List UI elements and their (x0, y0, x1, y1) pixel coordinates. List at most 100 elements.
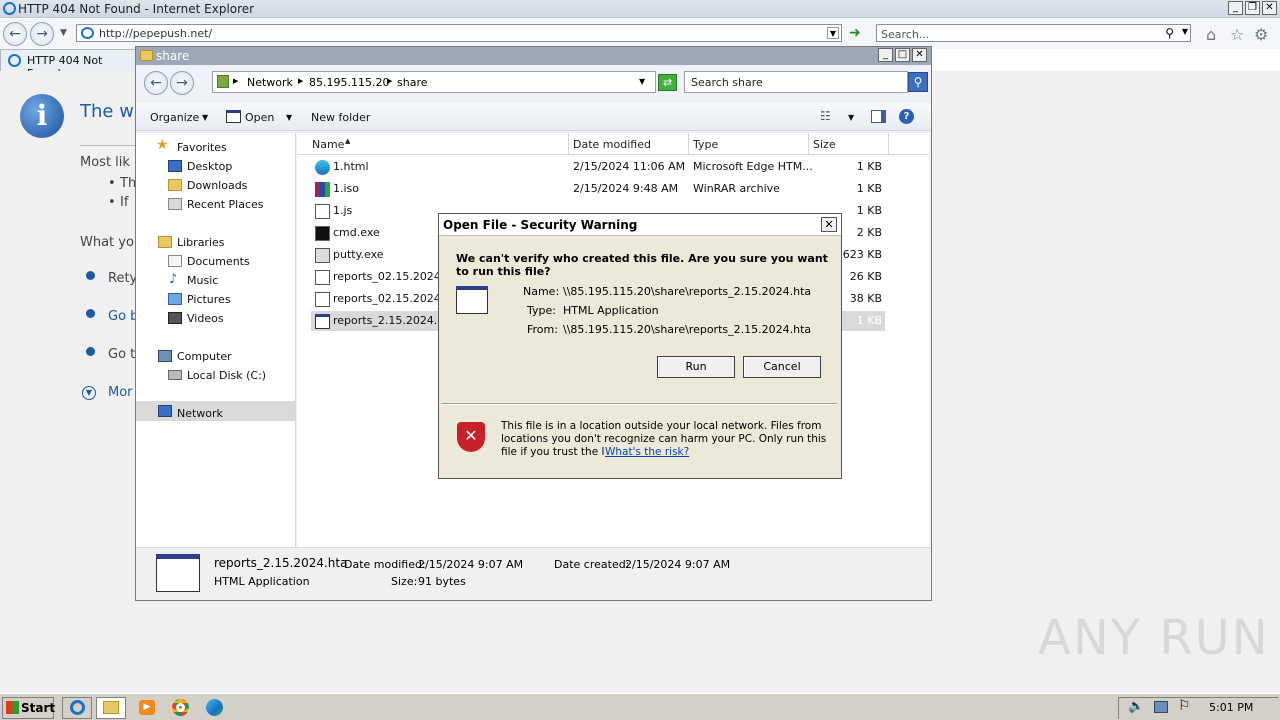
chrome-icon[interactable] (172, 699, 189, 716)
cancel-button[interactable]: Cancel (743, 356, 821, 378)
bullet-icon (86, 347, 95, 356)
explorer-minimize-button[interactable]: _ (878, 48, 893, 62)
action-center-flag-icon[interactable]: ⚐ (1178, 698, 1191, 714)
view-options-icon[interactable]: ☷ (820, 109, 831, 123)
file-size: 38 KB (849, 292, 882, 305)
tools-gear-icon[interactable]: ⚙ (1254, 25, 1268, 44)
file-name: reports_2.15.2024.ht (333, 314, 438, 327)
nav-documents[interactable]: Documents (187, 255, 250, 268)
column-divider (808, 133, 809, 155)
network-icon (217, 75, 229, 88)
explorer-forward-button[interactable]: → (170, 71, 194, 95)
help-icon[interactable]: ? (899, 109, 914, 124)
volume-icon[interactable]: 🔈 (1128, 699, 1144, 714)
history-dropdown-icon[interactable]: ▼ (60, 28, 67, 38)
ie-search-input[interactable]: Search... ⚲ ▼ (876, 24, 1191, 42)
explorer-maximize-button[interactable]: □ (895, 48, 910, 62)
nav-desktop[interactable]: Desktop (187, 160, 232, 173)
go-back-link[interactable]: Go b (108, 309, 138, 324)
ie-search-placeholder: Search... (881, 28, 930, 41)
open-dropdown-icon[interactable]: ▼ (286, 113, 292, 122)
details-created-label: Date created: (554, 558, 630, 571)
address-text: http://pepepush.net/ (99, 27, 213, 40)
nav-local-disk[interactable]: Local Disk (C:) (187, 369, 266, 382)
address-dropdown-icon[interactable]: ▼ (827, 27, 839, 39)
search-button-icon[interactable]: ⚲ (908, 72, 928, 92)
open-button[interactable]: Open (245, 111, 274, 124)
run-button[interactable]: Run (657, 356, 735, 378)
refresh-icon[interactable]: ⇄ (658, 74, 677, 91)
start-button[interactable]: Start (2, 697, 55, 719)
desktop-icon (168, 160, 182, 172)
ie-tab[interactable]: HTTP 404 Not Found (0, 49, 140, 80)
media-player-icon[interactable]: ▶ (139, 700, 155, 715)
name-label: Name: (523, 285, 560, 298)
script-file-icon (315, 204, 330, 219)
breadcrumb-arrow-icon[interactable]: ▶ (233, 77, 238, 85)
nav-recent-places[interactable]: Recent Places (187, 198, 264, 211)
organize-dropdown-icon[interactable]: ▼ (202, 113, 208, 122)
details-size: 91 bytes (418, 575, 466, 588)
close-button[interactable]: ✕ (1262, 1, 1277, 15)
whats-the-risk-link[interactable]: What's the risk? (605, 446, 690, 458)
breadcrumb-arrow-icon[interactable]: ▶ (387, 77, 392, 85)
column-type[interactable]: Type (693, 138, 718, 151)
back-button[interactable]: ← (3, 22, 27, 46)
nav-downloads[interactable]: Downloads (187, 179, 247, 192)
file-row[interactable]: 1.html 2/15/2024 11:06 AM Microsoft Edge… (311, 157, 885, 177)
clock[interactable]: 5:01 PM (1209, 701, 1253, 714)
explorer-title-bar: share _ □ ✕ (136, 47, 931, 65)
nav-computer[interactable]: Computer (177, 350, 232, 363)
nav-pictures[interactable]: Pictures (187, 293, 231, 306)
breadcrumb-network[interactable]: Network (247, 76, 293, 89)
view-dropdown-icon[interactable]: ▼ (848, 113, 854, 122)
new-folder-button[interactable]: New folder (311, 111, 370, 124)
forward-button[interactable]: → (30, 22, 54, 46)
nav-videos[interactable]: Videos (187, 312, 224, 325)
downloads-icon (168, 179, 182, 191)
nav-music[interactable]: Music (187, 274, 218, 287)
dialog-title-bar: Open File - Security Warning ✕ (439, 214, 841, 236)
name-value: \\85.195.115.20\share\reports_2.15.2024.… (563, 285, 812, 298)
organize-button[interactable]: Organize (150, 111, 199, 124)
explorer-search-input[interactable]: Search share (684, 71, 908, 93)
nav-network[interactable]: Network (177, 407, 223, 420)
home-icon[interactable]: ⌂ (1206, 25, 1216, 44)
search-dropdown-icon[interactable]: ▼ (1182, 27, 1188, 36)
ie-logo-icon (3, 2, 16, 15)
favorites-star-icon: ★ (156, 137, 169, 153)
script-file-icon (315, 270, 330, 285)
breadcrumb[interactable]: ▶ Network ▶ 85.195.115.20 ▶ share ▼ (212, 71, 656, 93)
column-size[interactable]: Size (813, 138, 836, 151)
details-modified-label: Date modified: (344, 558, 426, 571)
address-bar[interactable]: http://pepepush.net/ ▼ (76, 24, 842, 42)
column-name[interactable]: Name (312, 138, 344, 151)
nav-libraries[interactable]: Libraries (177, 236, 225, 249)
edge-icon[interactable] (206, 699, 223, 716)
restore-button[interactable]: ❐ (1245, 1, 1260, 15)
preview-pane-icon[interactable] (871, 110, 886, 123)
search-icon[interactable]: ⚲ (1165, 26, 1174, 40)
column-divider (568, 133, 569, 155)
breadcrumb-share[interactable]: share (397, 76, 428, 89)
file-size: 1 KB (856, 314, 882, 327)
explorer-close-button[interactable]: ✕ (912, 48, 927, 62)
network-tray-icon[interactable] (1154, 701, 1168, 713)
file-row[interactable]: 1.iso 2/15/2024 9:48 AM WinRAR archive 1… (311, 179, 885, 199)
error-separator (80, 145, 136, 146)
expand-chevron-icon[interactable]: ▼ (82, 386, 96, 400)
explorer-back-button[interactable]: ← (144, 71, 168, 95)
go-arrow-icon[interactable]: ➜ (849, 25, 861, 41)
column-date-modified[interactable]: Date modified (573, 138, 651, 151)
more-information-link[interactable]: Mor (108, 385, 133, 400)
breadcrumb-arrow-icon[interactable]: ▶ (298, 77, 303, 85)
taskbar-explorer-button[interactable] (96, 697, 126, 719)
minimize-button[interactable]: _ (1228, 1, 1243, 15)
dialog-close-button[interactable]: ✕ (821, 217, 837, 232)
error-line: Th (120, 176, 137, 191)
breadcrumb-host[interactable]: 85.195.115.20 (309, 76, 389, 89)
taskbar-ie-button[interactable] (62, 697, 92, 719)
nav-favorites[interactable]: Favorites (177, 141, 227, 154)
favorites-star-icon[interactable]: ☆ (1230, 25, 1244, 44)
breadcrumb-dropdown-icon[interactable]: ▼ (639, 77, 645, 86)
